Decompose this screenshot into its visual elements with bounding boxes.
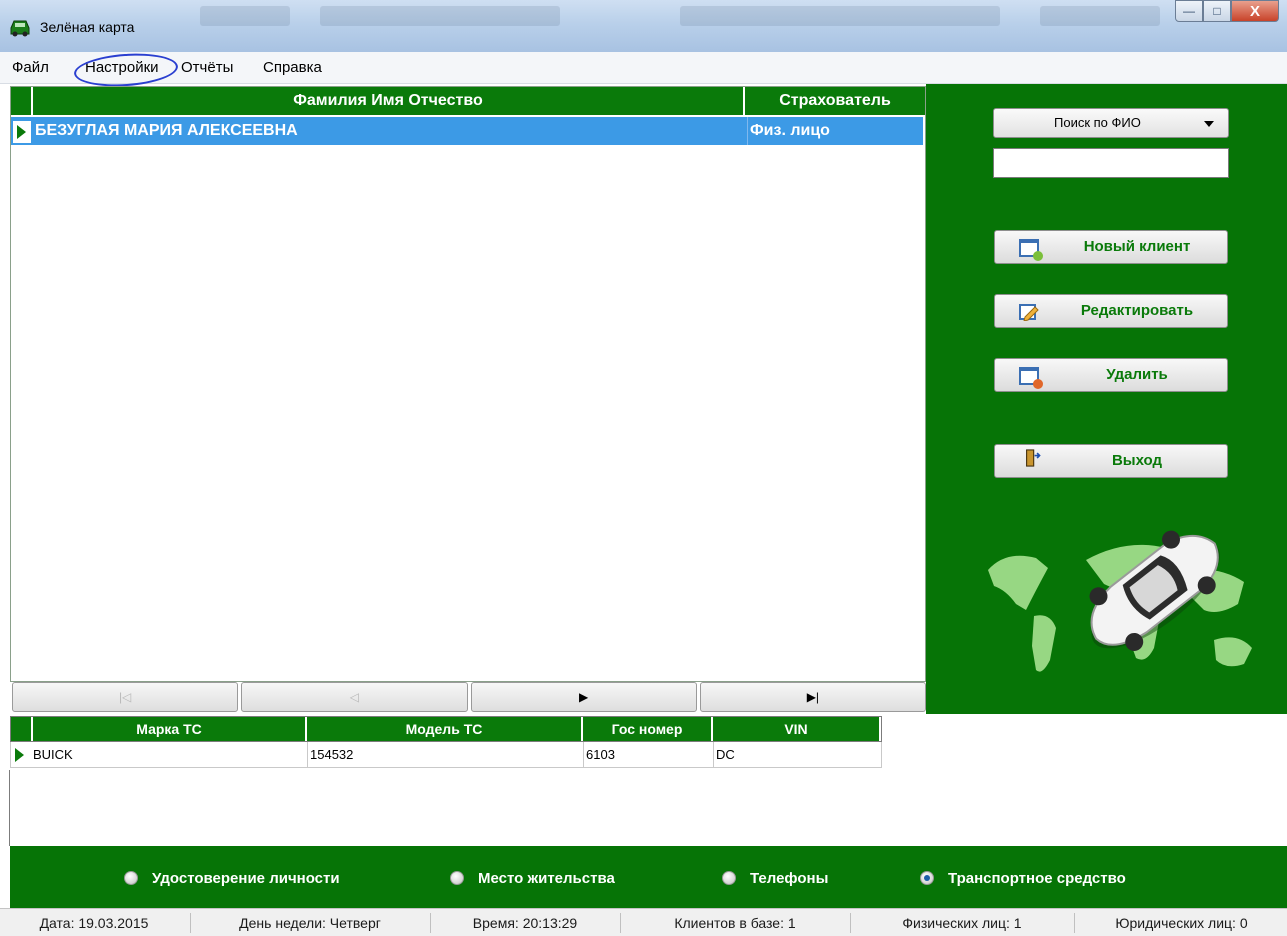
menu-settings[interactable]: Настройки <box>85 59 159 76</box>
nav-first-button[interactable]: |◁ <box>12 682 239 712</box>
side-panel: Поиск по ФИО Новый клиент Редактировать … <box>926 84 1287 714</box>
column-header-plate[interactable]: Гос номер <box>583 717 713 741</box>
delete-label: Удалить <box>1106 366 1168 383</box>
delete-window-icon <box>1019 367 1043 389</box>
cell-fio[interactable]: БЕЗУГЛАЯ МАРИЯ АЛЕКСЕЕВНА <box>35 117 745 145</box>
cell-insurer[interactable]: Физ. лицо <box>747 117 923 145</box>
edit-label: Редактировать <box>1080 302 1194 319</box>
vehicles-grid-header: Марка ТС Модель ТС Гос номер VIN <box>10 716 882 742</box>
row-pointer-icon <box>13 121 31 143</box>
background-blur <box>1040 6 1160 26</box>
radio-label: Телефоны <box>750 869 829 887</box>
delete-button[interactable]: Удалить <box>994 358 1228 392</box>
radio-label: Место жительства <box>478 869 615 887</box>
status-clients-count: Клиентов в базе: 1 <box>674 915 796 931</box>
status-time: Время: 20:13:29 <box>472 915 578 931</box>
radio-vehicle[interactable]: Транспортное средство <box>920 866 1126 890</box>
exit-label: Выход <box>1111 452 1163 469</box>
radio-residence[interactable]: Место жительства <box>450 866 615 890</box>
clients-grid-header: Фамилия Имя Отчество Страхователь <box>11 87 925 115</box>
background-blur <box>320 6 560 26</box>
search-mode-value: Поиск по ФИО <box>1054 115 1141 130</box>
title-bar: Зелёная карта — □ X <box>0 0 1287 52</box>
table-row[interactable]: BUICK 154532 6103 DC <box>10 742 882 768</box>
search-mode-select[interactable]: Поиск по ФИО <box>993 108 1229 138</box>
radio-label: Транспортное средство <box>948 869 1126 887</box>
menu-file[interactable]: Файл <box>12 59 49 76</box>
column-header-fio[interactable]: Фамилия Имя Отчество <box>33 87 745 115</box>
edit-button[interactable]: Редактировать <box>994 294 1228 328</box>
panel-edge <box>9 770 10 846</box>
row-pointer-icon <box>12 745 30 765</box>
window-controls: — □ X <box>1175 0 1279 24</box>
row-indicator-header <box>11 717 33 741</box>
minimize-button[interactable]: — <box>1175 0 1203 22</box>
column-header-vin[interactable]: VIN <box>713 717 881 741</box>
column-header-insurer[interactable]: Страхователь <box>747 87 923 115</box>
radio-label: Удостоверение личности <box>152 869 340 887</box>
radio-dot-icon <box>124 871 138 885</box>
background-blur <box>680 6 1000 26</box>
clients-grid[interactable]: Фамилия Имя Отчество Страхователь БЕЗУГЛ… <box>10 86 926 682</box>
radio-dot-selected-icon <box>920 871 934 885</box>
exit-button[interactable]: Выход <box>994 444 1228 478</box>
column-header-brand[interactable]: Марка ТС <box>33 717 307 741</box>
vehicles-grid[interactable]: Марка ТС Модель ТС Гос номер VIN BUICK 1… <box>10 716 882 770</box>
status-legal-count: Юридических лиц: 0 <box>1115 915 1248 931</box>
record-navigator: |◁ ◁ ▶ ▶| <box>10 682 926 712</box>
chevron-down-icon <box>1204 121 1214 127</box>
world-map-car-emblem <box>988 530 1252 672</box>
radio-phones[interactable]: Телефоны <box>722 866 828 890</box>
close-button[interactable]: X <box>1231 0 1279 22</box>
new-client-label: Новый клиент <box>1083 238 1191 255</box>
maximize-button[interactable]: □ <box>1203 0 1231 22</box>
search-input[interactable] <box>993 148 1229 178</box>
new-client-button[interactable]: Новый клиент <box>994 230 1228 264</box>
row-indicator-header <box>11 87 33 115</box>
nav-last-button[interactable]: ▶| <box>699 682 926 712</box>
status-date: Дата: 19.03.2015 <box>39 915 149 931</box>
status-bar: Дата: 19.03.2015 День недели: Четверг Вр… <box>0 908 1287 936</box>
detail-tab-strip: Удостоверение личности Место жительства … <box>10 846 1287 908</box>
new-window-icon <box>1019 239 1043 261</box>
nav-prior-button[interactable]: ◁ <box>241 682 468 712</box>
table-row[interactable]: БЕЗУГЛАЯ МАРИЯ АЛЕКСЕЕВНА Физ. лицо <box>11 117 923 145</box>
menu-help[interactable]: Справка <box>263 59 322 76</box>
radio-dot-icon <box>450 871 464 885</box>
status-individuals-count: Физических лиц: 1 <box>902 915 1022 931</box>
window-title: Зелёная карта <box>40 19 135 35</box>
background-blur <box>200 6 290 26</box>
cell-plate[interactable]: 6103 <box>583 742 713 767</box>
edit-pencil-icon <box>1019 304 1039 321</box>
cell-brand[interactable]: BUICK <box>31 742 307 767</box>
status-weekday: День недели: Четверг <box>239 915 381 931</box>
exit-door-icon <box>1026 449 1041 467</box>
car-app-icon <box>10 20 30 37</box>
cell-model[interactable]: 154532 <box>307 742 583 767</box>
radio-identity-document[interactable]: Удостоверение личности <box>124 866 340 890</box>
radio-dot-icon <box>722 871 736 885</box>
menu-bar: Файл Настройки Отчёты Справка <box>0 50 1287 90</box>
cell-vin[interactable]: DC <box>713 742 881 767</box>
menu-reports[interactable]: Отчёты <box>181 59 233 76</box>
nav-next-button[interactable]: ▶ <box>470 682 697 712</box>
column-header-model[interactable]: Модель ТС <box>307 717 583 741</box>
